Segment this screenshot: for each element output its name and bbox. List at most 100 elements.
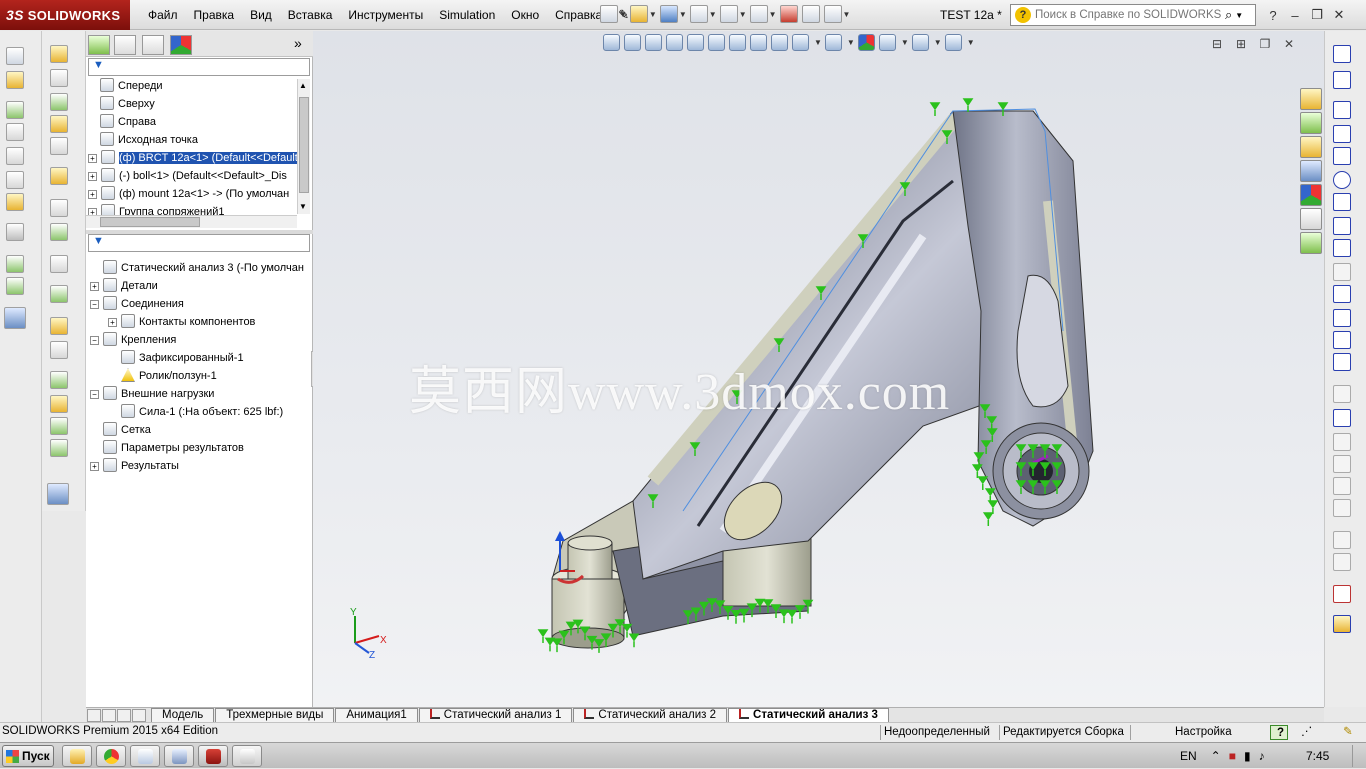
design-library-icon[interactable] (1300, 112, 1322, 134)
home-icon[interactable] (1300, 88, 1322, 110)
chevron-down-icon[interactable]: ▼ (739, 10, 747, 19)
help-button[interactable]: ? (1262, 8, 1284, 23)
menu-view[interactable]: Вид (242, 0, 280, 30)
shell-manager-icon[interactable] (6, 147, 24, 165)
apply-material-icon[interactable] (6, 101, 24, 119)
design-check-icon[interactable] (50, 223, 68, 241)
rapid-sketch-icon[interactable] (1333, 615, 1351, 633)
help-search-input[interactable] (1035, 9, 1225, 21)
expand-toggle[interactable]: − (90, 300, 99, 309)
menu-window[interactable]: Окно (503, 0, 547, 30)
taskbar-browser[interactable] (96, 745, 126, 767)
drop-test-icon[interactable] (50, 417, 68, 435)
convert-entities-icon[interactable] (1333, 409, 1351, 427)
menu-edit[interactable]: Правка (186, 0, 243, 30)
tab-1[interactable]: Модель (151, 708, 215, 722)
feature-tree-item[interactable]: + (ф) mount 12a<1> -> (По умолчан (88, 185, 294, 203)
chevron-down-icon[interactable]: ▼ (679, 10, 687, 19)
slot-icon[interactable] (1333, 147, 1351, 165)
custom-units-button[interactable]: Настройка (1130, 725, 1266, 740)
pressure-vessel-icon[interactable] (50, 439, 68, 457)
feature-tree-hscrollbar[interactable] (86, 215, 297, 228)
tab-display-manager[interactable] (170, 35, 192, 55)
menu-tools[interactable]: Инструменты (340, 0, 431, 30)
print-icon[interactable] (689, 5, 708, 23)
search-icon[interactable]: ⌕ (1225, 7, 1232, 23)
rebuild-icon[interactable] (779, 5, 798, 23)
study-advisor-icon[interactable] (6, 47, 24, 65)
move-icon[interactable] (50, 93, 68, 111)
circle-icon[interactable] (1333, 171, 1351, 189)
expand-toggle[interactable]: + (88, 190, 97, 199)
expand-toggle[interactable]: + (88, 172, 97, 181)
display-relations-icon[interactable] (1333, 531, 1351, 549)
open-folder-icon[interactable] (629, 5, 648, 23)
view-palette-icon[interactable] (1300, 160, 1322, 182)
tab-feature-manager[interactable] (88, 35, 110, 55)
study-icon[interactable] (50, 45, 68, 63)
save-icon[interactable] (659, 5, 678, 23)
restore-button[interactable]: ❐ (1306, 7, 1328, 23)
buckling-icon[interactable] (50, 371, 68, 389)
start-button[interactable]: Пуск (2, 745, 54, 767)
simulation-tree-filter[interactable]: ▼ (88, 234, 310, 252)
centerline-icon[interactable] (1333, 331, 1351, 349)
paperclip-icon[interactable] (50, 69, 68, 87)
repair-sketch-icon[interactable] (1333, 553, 1351, 571)
custom-properties-icon[interactable] (1300, 208, 1322, 230)
last-tab-button[interactable] (132, 709, 146, 722)
simulation-tree-item[interactable]: + Результаты (90, 457, 179, 475)
simulation-tree-item[interactable]: Параметры результатов (90, 439, 244, 457)
feature-tree-item[interactable]: Сверху (100, 95, 306, 113)
simulation-tree-item[interactable]: Зафиксированный-1 (108, 349, 244, 367)
simulation-tree-item[interactable]: + Детали (90, 277, 158, 295)
deformed-result-icon[interactable] (4, 307, 26, 329)
taskbar-windows[interactable] (164, 745, 194, 767)
next-tab-button[interactable] (117, 709, 131, 722)
solidworks-forum-icon[interactable] (1300, 232, 1322, 254)
tab-4[interactable]: Статический анализ 1 (418, 708, 573, 722)
taskbar-explorer[interactable] (62, 745, 92, 767)
taskbar-documents[interactable] (130, 745, 160, 767)
mirror-entities-icon[interactable] (1333, 455, 1351, 473)
simulation-tree-item[interactable]: Сетка (90, 421, 151, 439)
tab-6[interactable]: Статический анализ 3 (728, 708, 889, 722)
hide-show-icon[interactable] (50, 285, 68, 303)
thermal-icon[interactable] (50, 395, 68, 413)
run-study-icon[interactable] (6, 255, 24, 273)
expand-toggle[interactable]: + (88, 154, 97, 163)
feature-tree-item[interactable]: Спереди (100, 77, 306, 95)
menu-file[interactable]: Файл (140, 0, 186, 30)
tab-2[interactable]: Трехмерные виды (215, 708, 335, 722)
fixtures-advisor-icon[interactable] (6, 171, 24, 189)
taskbar-app[interactable] (232, 745, 262, 767)
external-loads-icon[interactable] (6, 193, 24, 211)
line-icon[interactable] (1333, 101, 1351, 119)
tab-property-manager[interactable] (114, 35, 136, 55)
simulation-tree-item[interactable]: − Внешние нагрузки (90, 385, 214, 403)
fatigue-icon[interactable] (50, 317, 68, 335)
security-icon[interactable]: ■ (1229, 749, 1236, 763)
tab-configuration-manager[interactable] (142, 35, 164, 55)
show-desktop-button[interactable] (1352, 745, 1364, 767)
chevron-down-icon[interactable]: ▼ (619, 10, 627, 19)
feature-tree-item[interactable]: + (ф) BRCT 12a<1> (Default<<Default (88, 149, 298, 167)
appearances-icon[interactable] (1300, 184, 1322, 206)
probe-icon[interactable] (50, 199, 68, 217)
simulation-tree-item[interactable]: Ролик/ползун-1 (108, 367, 217, 385)
offset-entities-icon[interactable] (1333, 433, 1351, 451)
network-icon[interactable]: ▮ (1244, 749, 1251, 763)
report-icon[interactable] (50, 115, 68, 133)
first-tab-button[interactable] (87, 709, 101, 722)
file-properties-icon[interactable] (801, 5, 820, 23)
sensor-icon[interactable] (50, 167, 68, 185)
rectangle-icon[interactable] (1333, 125, 1351, 143)
grid-icon[interactable] (50, 255, 68, 273)
undo-icon[interactable] (719, 5, 738, 23)
spline-icon[interactable] (1333, 217, 1351, 235)
select-arrow-icon[interactable] (749, 5, 768, 23)
simulation-tree-item[interactable]: Статический анализ 3 (-По умолчан (90, 259, 304, 277)
notification-icon[interactable]: ✎ (1340, 725, 1360, 740)
close-button[interactable]: ✕ (1328, 7, 1350, 23)
new-study-icon[interactable] (6, 71, 24, 89)
